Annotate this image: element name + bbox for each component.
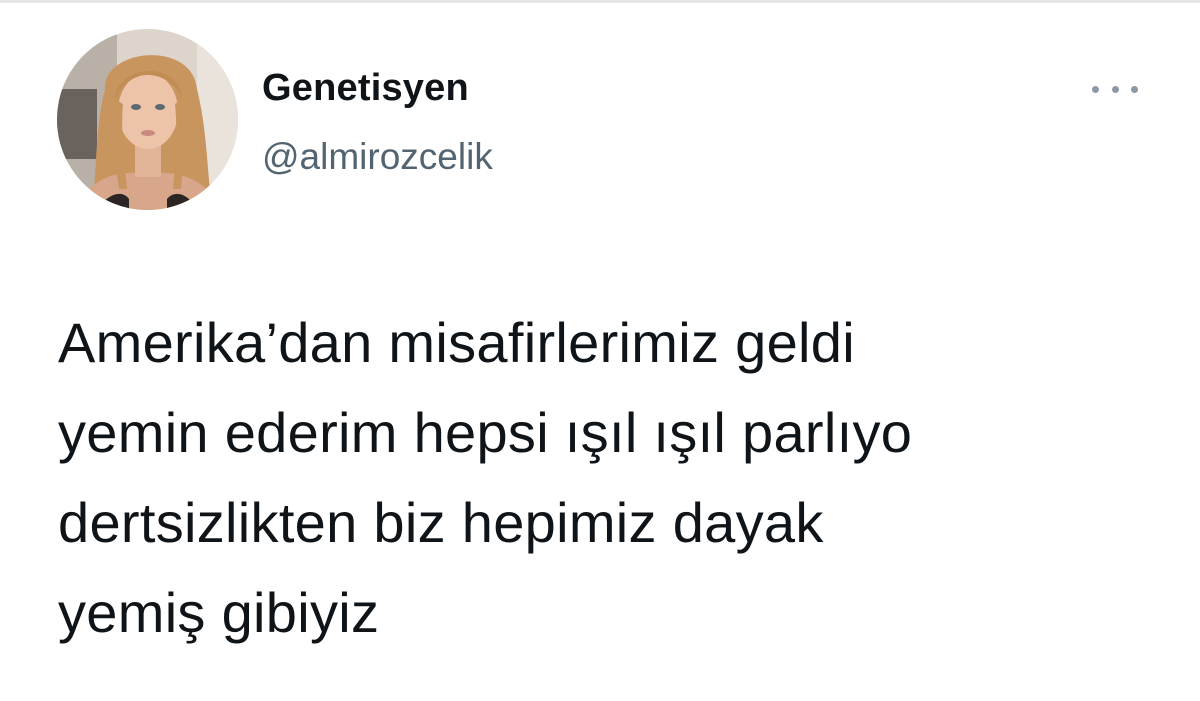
avatar[interactable] bbox=[57, 29, 238, 210]
tweet-text: Amerika’dan misafirlerimiz geldi yemin e… bbox=[58, 298, 1158, 658]
more-options-button[interactable] bbox=[1092, 78, 1138, 100]
author-handle[interactable]: @almirozcelik bbox=[262, 136, 493, 178]
more-horizontal-icon-dot bbox=[1131, 85, 1138, 93]
tweet-text-line: yemiş gibiyiz bbox=[58, 581, 380, 644]
more-horizontal-icon-dot bbox=[1111, 85, 1119, 93]
profile-photo-icon bbox=[57, 29, 238, 210]
tweet-text-line: Amerika’dan misafirlerimiz geldi bbox=[58, 311, 855, 374]
author-display-name[interactable]: Genetisyen bbox=[262, 67, 469, 110]
tweet-text-line: yemin ederim hepsi ışıl ışıl parlıyo bbox=[58, 401, 913, 464]
more-horizontal-icon-dot bbox=[1092, 85, 1099, 93]
tweet-card: Genetisyen @almirozcelik Amerika’dan mis… bbox=[0, 0, 1200, 701]
tweet-text-line: dertsizlikten biz hepimiz dayak bbox=[58, 491, 824, 554]
